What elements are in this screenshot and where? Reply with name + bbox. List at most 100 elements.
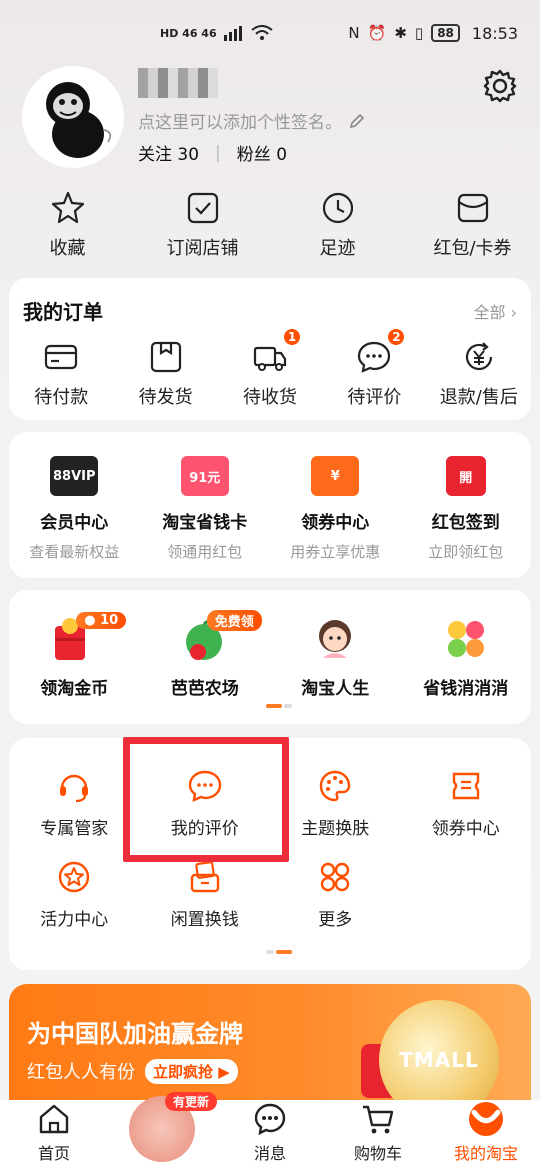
service-redpacket-checkin[interactable]: 開 红包签到 立即领红包 xyxy=(401,456,532,578)
tab-label: 首页 xyxy=(37,1144,70,1163)
game-match-three[interactable]: 省钱消消消 xyxy=(401,614,532,724)
order-pending-payment[interactable]: 待付款 xyxy=(9,339,113,409)
avatar[interactable] xyxy=(22,66,124,168)
avatar-cartoon-icon xyxy=(46,82,112,158)
quick-favorites[interactable]: 收藏 xyxy=(0,190,135,266)
my-taobao-icon xyxy=(469,1102,503,1136)
order-pending-receipt[interactable]: 1 待收货 xyxy=(218,327,322,409)
tool-personal-butler[interactable]: 专属管家 xyxy=(9,768,140,839)
service-subtitle: 领通用红包 xyxy=(167,543,243,561)
tools-carousel-indicator xyxy=(266,950,292,954)
order-refund[interactable]: 退款/售后 xyxy=(427,339,531,409)
promo-banner[interactable]: 为中国队加油赢金牌 红包人人有份 立即疯抢 ▶ TMALL xyxy=(9,984,531,1114)
clock-icon xyxy=(322,192,353,224)
order-label: 待评价 xyxy=(347,387,402,408)
update-badge: 有更新 xyxy=(165,1092,218,1111)
following-stat[interactable]: 关注 30 xyxy=(138,140,199,165)
grab-now-label: 立即疯抢 xyxy=(153,1062,214,1081)
coin-badge: ● 10 xyxy=(76,612,127,629)
signal-icon xyxy=(223,26,242,41)
truck-icon xyxy=(253,346,287,371)
order-label: 待发货 xyxy=(138,387,193,408)
signature-text: 点这里可以添加个性签名。 xyxy=(138,113,342,133)
games-card: ● 10 领淘金币 免费领 芭芭农场 淘宝人生 省钱消消消 xyxy=(9,590,531,724)
tab-cart[interactable]: 购物车 xyxy=(324,1102,432,1164)
saving-card-icon: 91元 xyxy=(180,456,229,496)
tool-theme-skin[interactable]: 主题换肤 xyxy=(270,768,401,839)
refund-icon xyxy=(465,342,492,371)
star-icon xyxy=(51,191,84,224)
tab-label: 我的淘宝 xyxy=(453,1144,518,1163)
coin-badge-count: 10 xyxy=(100,613,119,628)
headset-icon xyxy=(60,774,89,803)
tab-label: 购物车 xyxy=(353,1144,402,1163)
tool-label: 闲置换钱 xyxy=(170,910,239,930)
following-label: 关注 xyxy=(138,145,172,165)
order-pending-shipment[interactable]: 待发货 xyxy=(113,339,217,409)
quick-footprints[interactable]: 足迹 xyxy=(270,190,405,266)
match-blocks-icon xyxy=(447,621,484,657)
tool-label: 领券中心 xyxy=(431,819,500,839)
order-pending-review[interactable]: 2 待评价 xyxy=(322,327,426,409)
tool-idle-exchange[interactable]: 闲置换钱 xyxy=(140,859,271,930)
grab-now-button[interactable]: 立即疯抢 ▶ xyxy=(145,1058,238,1084)
quick-coupons[interactable]: 红包/卡券 xyxy=(405,190,540,266)
service-subtitle: 查看最新权益 xyxy=(29,543,120,561)
tool-more[interactable]: 更多 xyxy=(270,859,401,930)
username-blurred xyxy=(138,68,218,98)
star-badge-icon xyxy=(59,861,90,893)
tab-live-avatar[interactable]: 有更新 xyxy=(108,1092,218,1164)
tool-coupon-center[interactable]: 领券中心 xyxy=(401,768,532,839)
quick-label: 收藏 xyxy=(49,238,86,259)
coupon-icon xyxy=(457,193,488,223)
character-icon xyxy=(319,620,352,658)
service-member-center[interactable]: 88VIP 会员中心 查看最新权益 xyxy=(9,456,140,578)
followers-stat[interactable]: 粉丝 0 xyxy=(237,140,287,165)
orders-all-link[interactable]: 全部 › xyxy=(474,299,518,323)
service-coupon-center[interactable]: ¥ 领券中心 用券立享优惠 xyxy=(270,456,401,578)
orders-card: 我的订单 全部 › 待付款 待发货 1 待收货 2 待评价 退款/售后 xyxy=(9,278,531,420)
quick-subscribed-shops[interactable]: 订阅店铺 xyxy=(135,190,270,266)
game-gold-coins[interactable]: ● 10 领淘金币 xyxy=(9,612,140,724)
service-subtitle: 立即领红包 xyxy=(428,543,504,561)
service-title: 淘宝省钱卡 xyxy=(162,513,248,533)
wallet-icon xyxy=(45,344,78,370)
orders-title: 我的订单 xyxy=(23,300,103,324)
followers-label: 粉丝 xyxy=(236,145,271,165)
stat-divider: | xyxy=(215,142,221,163)
wifi-icon xyxy=(251,25,273,40)
profile-header: 点这里可以添加个性签名。 关注 30 | 粉丝 0 xyxy=(0,62,540,172)
service-title: 会员中心 xyxy=(40,513,109,533)
clock: 18:53 xyxy=(471,23,518,43)
network-indicator: HD 46 46 xyxy=(160,26,217,40)
coupon-ticket-icon: ¥ xyxy=(311,456,360,496)
follow-stats: 关注 30 | 粉丝 0 xyxy=(138,140,287,166)
carousel-indicator xyxy=(266,704,292,708)
service-saving-card[interactable]: 91元 淘宝省钱卡 领通用红包 xyxy=(140,456,271,578)
idle-icon xyxy=(190,861,219,893)
followers-count: 0 xyxy=(276,145,288,165)
orders-header: 我的订单 全部 › xyxy=(9,278,531,325)
message-icon xyxy=(254,1103,286,1136)
signal-group: HD 46 46 xyxy=(160,25,273,41)
order-label: 待付款 xyxy=(34,387,89,408)
order-badge: 1 xyxy=(282,327,303,347)
vip-88-icon: 88VIP xyxy=(50,456,99,496)
tool-vitality-center[interactable]: 活力中心 xyxy=(9,859,140,930)
status-right: N ⏰ ✱ ▯ 88 18:53 xyxy=(348,24,518,43)
tab-messages[interactable]: 消息 xyxy=(216,1102,324,1164)
palette-icon xyxy=(320,770,351,802)
game-title: 芭芭农场 xyxy=(170,679,239,699)
game-farm[interactable]: 免费领 芭芭农场 xyxy=(140,610,271,724)
red-envelope-icon: 開 xyxy=(445,456,486,496)
tab-my-taobao[interactable]: 我的淘宝 xyxy=(432,1102,540,1164)
quick-label: 红包/卡券 xyxy=(433,238,512,259)
quick-label: 足迹 xyxy=(319,238,356,259)
tab-home[interactable]: 首页 xyxy=(0,1102,108,1164)
vibrate-icon: ▯ xyxy=(414,24,424,42)
signature-link[interactable]: 点这里可以添加个性签名。 xyxy=(138,108,366,133)
settings-gear-icon[interactable] xyxy=(482,68,518,104)
ticket-icon xyxy=(452,772,479,800)
cart-icon xyxy=(363,1105,394,1134)
service-title: 领券中心 xyxy=(301,513,370,533)
